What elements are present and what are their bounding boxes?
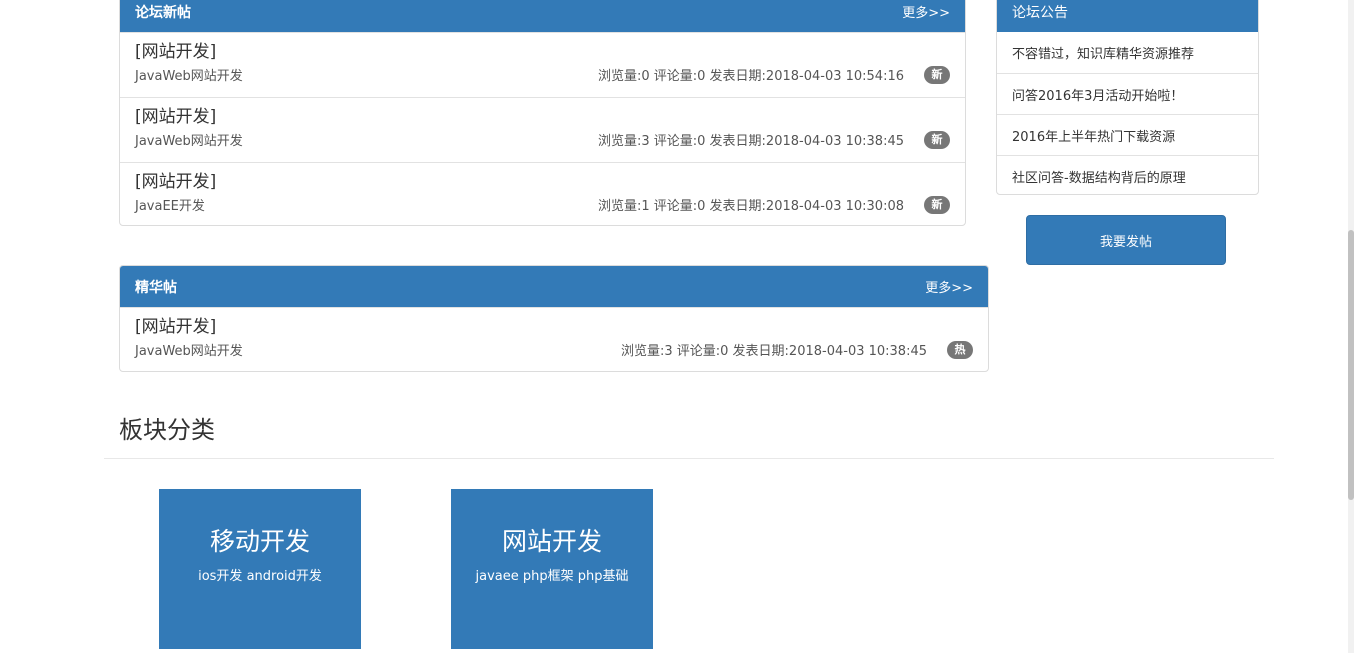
new-posts-header: 论坛新帖 更多>>: [120, 0, 965, 32]
new-badge: 新: [924, 65, 950, 84]
post-stats: 浏览量:3 评论量:0 发表日期:2018-04-03 10:38:45: [597, 134, 904, 149]
category-subtopics: ios开发 android开发: [198, 569, 322, 584]
divider: [104, 458, 1274, 459]
category-tile-mobile[interactable]: 移动开发 ios开发 android开发: [159, 489, 361, 649]
category-name: 网站开发: [501, 527, 602, 556]
post-stats: 浏览量:3 评论量:0 发表日期:2018-04-03 10:38:45: [620, 344, 927, 359]
section-title: 板块分类: [119, 416, 215, 444]
essence-more-link[interactable]: 更多>>: [925, 277, 973, 296]
notice-panel: 论坛公告 不容错过，知识库精华资源推荐 问答2016年3月活动开始啦！ 2016…: [996, 0, 1259, 195]
post-stats: 浏览量:0 评论量:0 发表日期:2018-04-03 10:54:16: [597, 69, 904, 84]
list-item[interactable]: [网站开发] JavaWeb网站开发 浏览量:3 评论量:0 发表日期:2018…: [120, 307, 988, 371]
category-subtopics: javaee php框架 php基础: [475, 569, 629, 584]
list-item[interactable]: [网站开发] JavaWeb网站开发 浏览量:3 评论量:0 发表日期:2018…: [120, 97, 965, 162]
post-category: JavaWeb网站开发: [135, 69, 243, 84]
notice-item[interactable]: 2016年上半年热门下载资源: [997, 114, 1258, 155]
list-item[interactable]: [网站开发] JavaWeb网站开发 浏览量:0 评论量:0 发表日期:2018…: [120, 32, 965, 97]
notice-title: 论坛公告: [1012, 4, 1068, 21]
scrollbar-thumb[interactable]: [1348, 230, 1354, 500]
notice-item[interactable]: 社区问答-数据结构背后的原理: [997, 155, 1258, 194]
post-stats: 浏览量:1 评论量:0 发表日期:2018-04-03 10:30:08: [597, 199, 904, 214]
hot-badge: 热: [947, 340, 973, 359]
vertical-scrollbar[interactable]: [1348, 0, 1354, 653]
new-posts-title: 论坛新帖: [135, 4, 191, 21]
category-name: 移动开发: [209, 527, 310, 556]
new-badge: 新: [924, 195, 950, 214]
post-category: JavaEE开发: [135, 199, 205, 214]
post-title[interactable]: [网站开发]: [135, 316, 973, 338]
notice-header: 论坛公告: [997, 0, 1258, 32]
post-title[interactable]: [网站开发]: [135, 171, 950, 193]
post-title[interactable]: [网站开发]: [135, 41, 950, 63]
post-title[interactable]: [网站开发]: [135, 106, 950, 128]
essence-title: 精华帖: [135, 279, 177, 296]
new-post-button[interactable]: 我要发帖: [1026, 215, 1226, 265]
post-category: JavaWeb网站开发: [135, 344, 243, 359]
list-item[interactable]: [网站开发] JavaEE开发 浏览量:1 评论量:0 发表日期:2018-04…: [120, 162, 965, 225]
category-tile-web[interactable]: 网站开发 javaee php框架 php基础: [451, 489, 653, 649]
notice-item[interactable]: 问答2016年3月活动开始啦！: [997, 73, 1258, 114]
essence-header: 精华帖 更多>>: [120, 266, 988, 307]
notice-item[interactable]: 不容错过，知识库精华资源推荐: [997, 32, 1258, 73]
essence-posts-panel: 精华帖 更多>> [网站开发] JavaWeb网站开发 浏览量:3 评论量:0 …: [119, 265, 989, 372]
new-posts-more-link[interactable]: 更多>>: [902, 2, 950, 21]
post-category: JavaWeb网站开发: [135, 134, 243, 149]
new-badge: 新: [924, 130, 950, 149]
new-posts-panel: 论坛新帖 更多>> [网站开发] JavaWeb网站开发 浏览量:0 评论量:0…: [119, 0, 966, 226]
